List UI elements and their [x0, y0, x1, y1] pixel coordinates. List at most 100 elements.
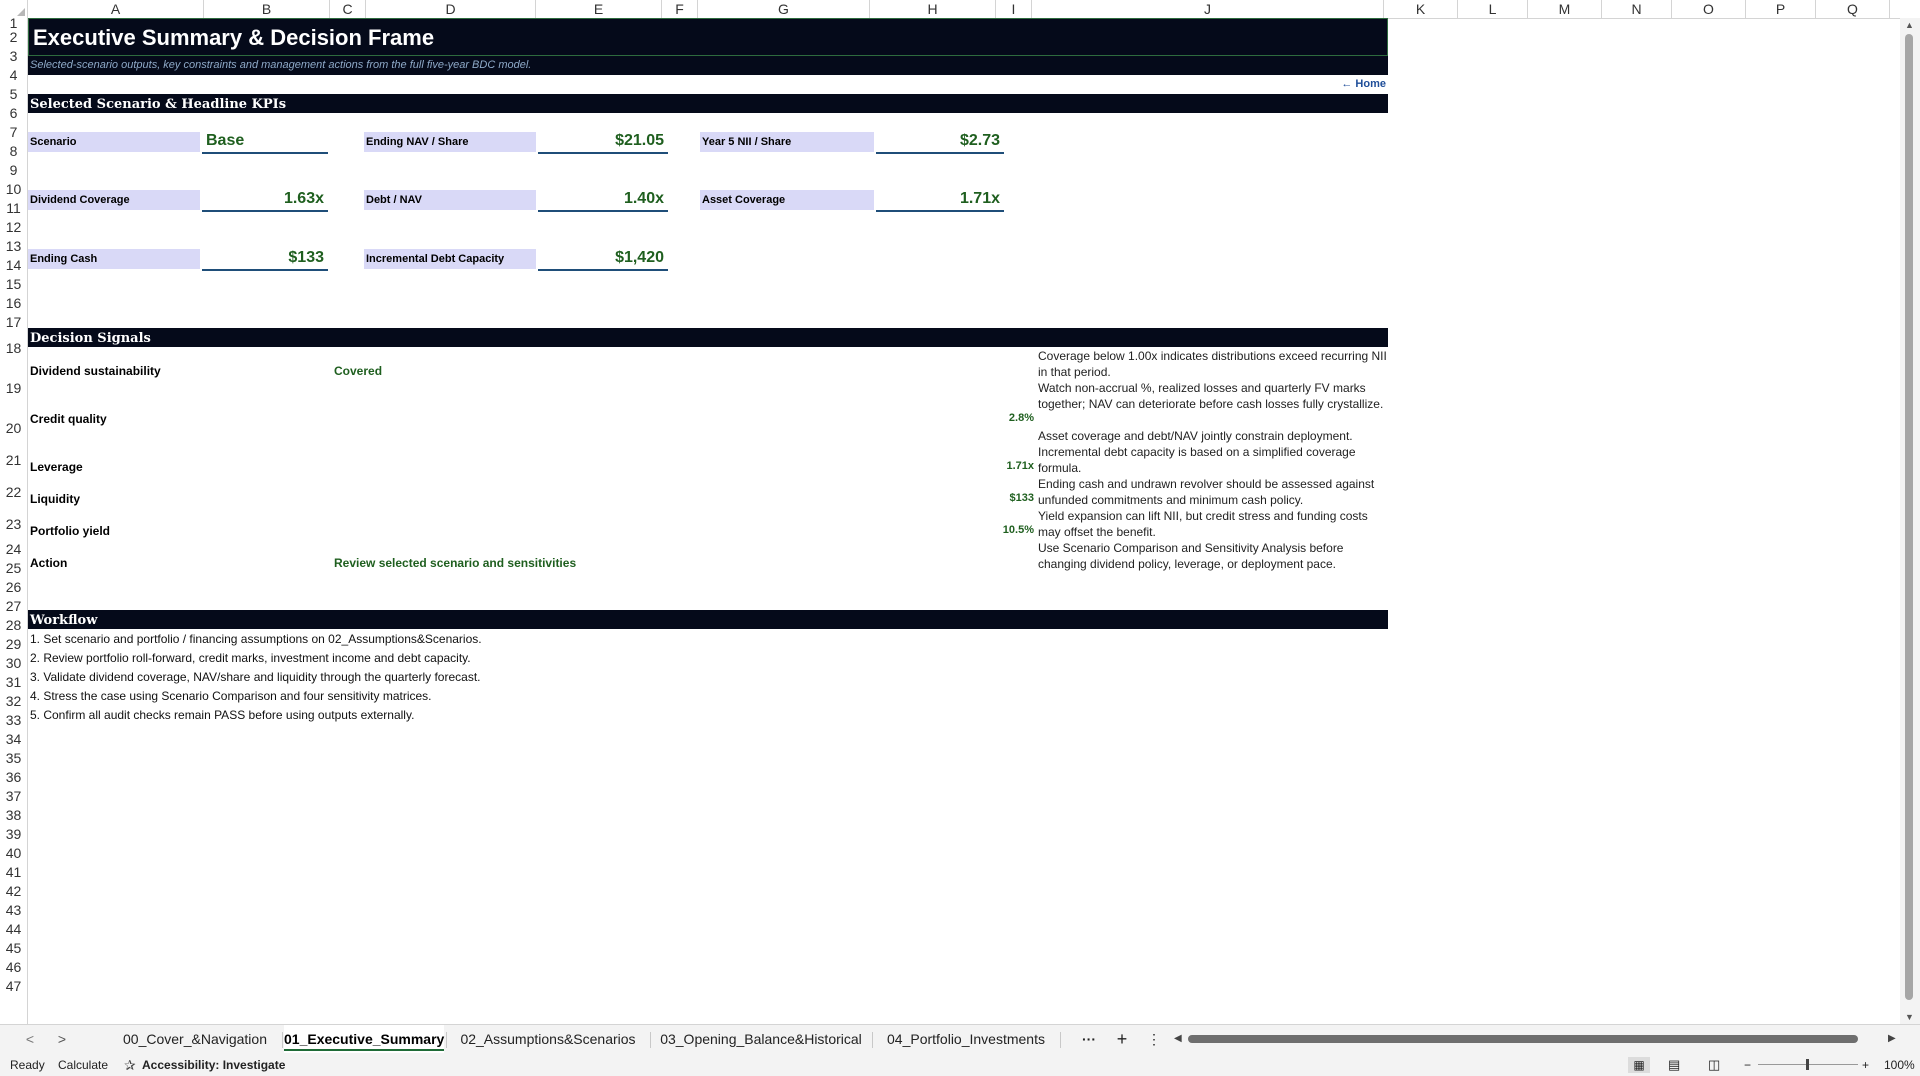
row-header-32[interactable]: 32 [0, 692, 27, 711]
row-header-28[interactable]: 28 [0, 616, 27, 635]
kpi-value-asset-coverage[interactable]: 1.71x [876, 188, 1004, 212]
row-header-47[interactable]: 47 [0, 977, 27, 996]
row-header-39[interactable]: 39 [0, 825, 27, 844]
row-header-43[interactable]: 43 [0, 901, 27, 920]
tab-cover-navigation[interactable]: 00_Cover_&Navigation [112, 1025, 278, 1053]
tab-opening-balance-historical[interactable]: 03_Opening_Balance&Historical [654, 1025, 868, 1053]
row-header-25[interactable]: 25 [0, 559, 27, 578]
column-header-o[interactable]: O [1672, 0, 1746, 18]
column-header-k[interactable]: K [1384, 0, 1458, 18]
row-header-27[interactable]: 27 [0, 597, 27, 616]
home-link[interactable]: ← Home [1318, 78, 1386, 90]
row-header-9[interactable]: 9 [0, 161, 27, 180]
row-header-4[interactable]: 4 [0, 66, 27, 85]
column-header-h[interactable]: H [870, 0, 996, 18]
kpi-value-ending-cash[interactable]: $133 [202, 247, 328, 271]
row-header-10[interactable]: 10 [0, 180, 27, 199]
column-header-f[interactable]: F [662, 0, 698, 18]
more-tabs-icon[interactable]: ··· [1076, 1025, 1102, 1053]
row-header-37[interactable]: 37 [0, 787, 27, 806]
row-header-18[interactable]: 18 [0, 332, 27, 364]
vertical-scroll-thumb[interactable] [1905, 34, 1913, 1000]
horizontal-scroll-thumb[interactable] [1188, 1035, 1858, 1043]
row-header-44[interactable]: 44 [0, 920, 27, 939]
scroll-up-icon[interactable]: ▲ [1905, 20, 1914, 30]
zoom-level[interactable]: 100% [1884, 1054, 1915, 1076]
row-header-33[interactable]: 33 [0, 711, 27, 730]
row-header-7[interactable]: 7 [0, 123, 27, 142]
tab-portfolio-investments[interactable]: 04_Portfolio_Investments [876, 1025, 1056, 1053]
column-header-i[interactable]: I [996, 0, 1032, 18]
row-header-34[interactable]: 34 [0, 730, 27, 749]
row-header-30[interactable]: 30 [0, 654, 27, 673]
row-header-16[interactable]: 16 [0, 294, 27, 313]
kpi-value-year5-nii-share[interactable]: $2.73 [876, 130, 1004, 154]
row-header-36[interactable]: 36 [0, 768, 27, 787]
row-header-19[interactable]: 19 [0, 364, 27, 412]
zoom-in-icon[interactable]: + [1862, 1054, 1869, 1076]
column-header-c[interactable]: C [330, 0, 366, 18]
add-sheet-icon[interactable]: + [1110, 1025, 1134, 1053]
row-header-23[interactable]: 23 [0, 508, 27, 540]
kpi-value-dividend-coverage[interactable]: 1.63x [202, 188, 328, 212]
row-header-17[interactable]: 17 [0, 313, 27, 332]
row-header-40[interactable]: 40 [0, 844, 27, 863]
row-header-46[interactable]: 46 [0, 958, 27, 977]
calculate-button[interactable]: Calculate [58, 1054, 108, 1076]
column-header-j[interactable]: J [1032, 0, 1384, 18]
normal-view-icon[interactable]: ▦ [1628, 1057, 1650, 1073]
tab-executive-summary[interactable]: 01_Executive_Summary [284, 1025, 445, 1053]
accessibility-status[interactable]: Accessibility: Investigate [142, 1054, 285, 1076]
row-header-22[interactable]: 22 [0, 476, 27, 508]
vertical-scrollbar[interactable]: ▲ ▼ [1900, 18, 1920, 1024]
row-header-5[interactable]: 5 [0, 85, 27, 104]
row-header-12[interactable]: 12 [0, 218, 27, 237]
scroll-down-icon[interactable]: ▼ [1905, 1012, 1914, 1022]
sheet-grid[interactable]: Executive Summary & Decision Frame Selec… [28, 18, 1900, 1024]
kpi-value-scenario[interactable]: Base [202, 130, 328, 154]
row-header-38[interactable]: 38 [0, 806, 27, 825]
row-header-11[interactable]: 11 [0, 199, 27, 218]
tab-assumptions-scenarios[interactable]: 02_Assumptions&Scenarios [450, 1025, 646, 1053]
row-header-8[interactable]: 8 [0, 142, 27, 161]
tab-scroll-right-icon[interactable]: > [52, 1025, 72, 1053]
row-header-41[interactable]: 41 [0, 863, 27, 882]
row-header-26[interactable]: 26 [0, 578, 27, 597]
kpi-value-incremental-debt-capacity[interactable]: $1,420 [538, 247, 668, 271]
row-header-21[interactable]: 21 [0, 444, 27, 476]
row-header-31[interactable]: 31 [0, 673, 27, 692]
hscroll-right-icon[interactable]: ▶ [1888, 1033, 1896, 1044]
column-header-q[interactable]: Q [1816, 0, 1890, 18]
column-header-n[interactable]: N [1602, 0, 1672, 18]
row-header-35[interactable]: 35 [0, 749, 27, 768]
column-header-p[interactable]: P [1746, 0, 1816, 18]
select-all-corner[interactable] [0, 0, 28, 18]
page-break-view-icon[interactable]: ◫ [1708, 1054, 1720, 1076]
kpi-value-debt-nav[interactable]: 1.40x [538, 188, 668, 212]
kpi-value-ending-nav-share[interactable]: $21.05 [538, 130, 668, 154]
column-header-e[interactable]: E [536, 0, 662, 18]
zoom-slider-thumb[interactable] [1806, 1059, 1809, 1070]
zoom-out-icon[interactable]: − [1744, 1054, 1751, 1076]
row-header-2[interactable]: 2 [0, 28, 27, 47]
row-header-13[interactable]: 13 [0, 237, 27, 256]
row-header-45[interactable]: 45 [0, 939, 27, 958]
page-layout-view-icon[interactable]: ▤ [1668, 1054, 1680, 1076]
column-header-g[interactable]: G [698, 0, 870, 18]
row-header-14[interactable]: 14 [0, 256, 27, 275]
row-header-1[interactable]: 1 [0, 18, 27, 30]
row-header-24[interactable]: 24 [0, 540, 27, 559]
sheet-menu-icon[interactable]: ⋮ [1144, 1025, 1164, 1053]
column-header-a[interactable]: A [28, 0, 204, 18]
row-header-29[interactable]: 29 [0, 635, 27, 654]
column-header-l[interactable]: L [1458, 0, 1528, 18]
column-header-d[interactable]: D [366, 0, 536, 18]
tab-scroll-left-icon[interactable]: < [20, 1025, 40, 1053]
row-header-3[interactable]: 3 [0, 47, 27, 66]
row-header-6[interactable]: 6 [0, 104, 27, 123]
hscroll-left-icon[interactable]: ◀ [1174, 1033, 1182, 1044]
row-header-20[interactable]: 20 [0, 412, 27, 444]
column-header-m[interactable]: M [1528, 0, 1602, 18]
column-header-b[interactable]: B [204, 0, 330, 18]
row-header-42[interactable]: 42 [0, 882, 27, 901]
